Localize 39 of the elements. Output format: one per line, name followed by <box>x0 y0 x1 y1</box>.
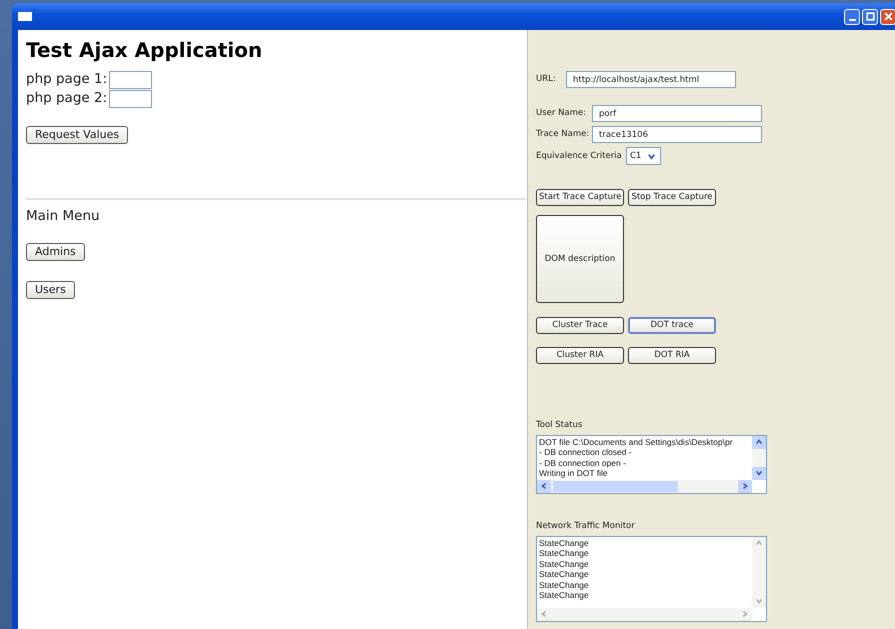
request-values-button[interactable]: Request Values <box>26 126 128 144</box>
dom-description-button[interactable]: DOM description <box>536 215 624 303</box>
action-button[interactable]: Cluster Trace <box>536 317 624 334</box>
close-icon <box>882 11 894 22</box>
criteria-dropdown[interactable]: C1 <box>626 147 661 165</box>
action-button[interactable]: Cluster RIA <box>536 347 624 364</box>
minimize-icon <box>848 18 856 20</box>
menu-button[interactable]: Admins <box>26 242 85 260</box>
window-icon <box>18 12 32 21</box>
horizontal-scrollbar[interactable] <box>537 480 752 493</box>
field-label: php page 2: <box>26 89 108 108</box>
url-field[interactable]: http://localhost/ajax/test.html <box>566 71 736 88</box>
maximize-button[interactable] <box>862 8 878 24</box>
close-button[interactable] <box>880 8 895 24</box>
section-label: Tool Status <box>536 419 584 432</box>
section-label: Network Traffic Monitor <box>536 520 636 532</box>
page-title: Test Ajax Application <box>26 38 264 62</box>
action-button[interactable]: DOT trace <box>628 317 716 334</box>
capture-button[interactable]: Stop Trace Capture <box>628 189 716 206</box>
field-label: URL: <box>536 73 557 86</box>
menu-title: Main Menu <box>26 207 101 226</box>
minimize-button[interactable] <box>844 8 860 24</box>
maximize-icon <box>864 11 876 22</box>
input-field[interactable] <box>109 90 152 108</box>
log-text: DOT file C:\Documents and Settings\dis\Desktop\pr - DB connection closed - - DB connection open - Writing in DOT file <box>538 436 734 480</box>
field-label: User Name: <box>536 107 588 120</box>
trace-name-field[interactable]: trace13106 <box>592 126 762 143</box>
capture-button[interactable]: Start Trace Capture <box>536 189 624 206</box>
field-label: Trace Name: <box>536 128 590 141</box>
log-text: StateChange StateChange StateChange StateChange StateChange StateChange <box>538 536 590 602</box>
menu-button[interactable]: Users <box>26 280 75 299</box>
input-field[interactable] <box>109 70 152 88</box>
field-label: php page 1: <box>26 70 108 90</box>
field-label: Equivalence Criteria <box>536 150 623 162</box>
action-button[interactable]: DOT RIA <box>628 347 716 364</box>
vertical-scrollbar[interactable] <box>752 436 766 480</box>
user-name-field[interactable]: porf <box>592 105 762 122</box>
horizontal-scrollbar[interactable] <box>537 608 752 620</box>
vertical-scrollbar[interactable] <box>752 536 766 608</box>
